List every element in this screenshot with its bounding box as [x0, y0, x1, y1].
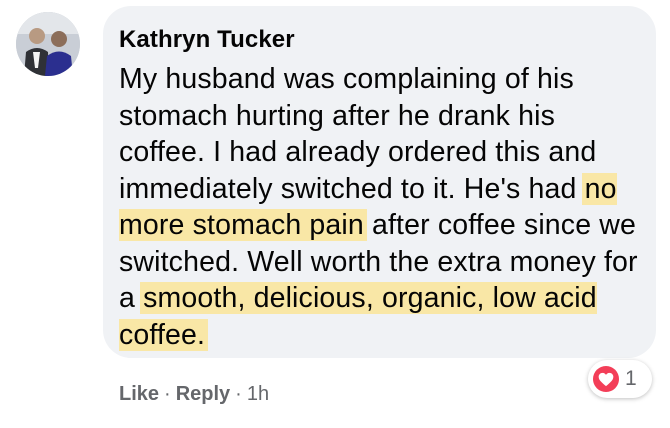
- avatar[interactable]: [16, 12, 80, 76]
- comment-card: Kathryn Tucker My husband was complainin…: [0, 0, 670, 428]
- timestamp[interactable]: 1h: [247, 383, 269, 406]
- heart-icon: [593, 366, 619, 392]
- comment-author-name[interactable]: Kathryn Tucker: [119, 26, 295, 54]
- highlighted-text: smooth, delicious, organic, low acid cof…: [119, 282, 597, 351]
- comment-text-part: My husband was complaining of his stomac…: [119, 63, 597, 205]
- reaction-count: 1: [625, 367, 637, 390]
- reaction-summary[interactable]: 1: [588, 360, 652, 398]
- reply-button[interactable]: Reply: [176, 383, 230, 406]
- avatar-photo-icon: [16, 12, 80, 76]
- comment-actions: Like · Reply · 1h: [119, 383, 269, 406]
- comment-text: My husband was complaining of his stomac…: [119, 61, 649, 353]
- heart-shape: [598, 372, 614, 386]
- separator: ·: [164, 383, 171, 405]
- separator: ·: [235, 383, 242, 405]
- like-button[interactable]: Like: [119, 383, 159, 406]
